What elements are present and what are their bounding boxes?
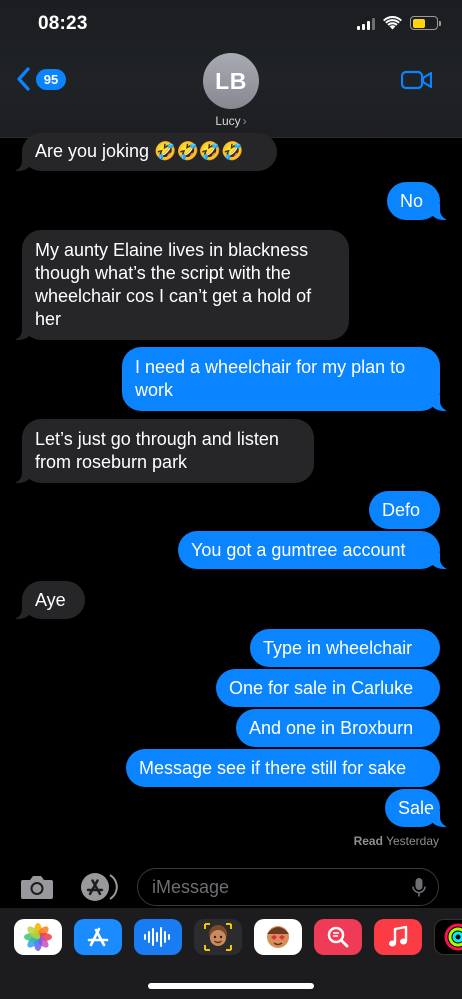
photos-app-icon[interactable]: [14, 919, 62, 955]
message-bubble[interactable]: My aunty Elaine lives in blackness thoug…: [12, 230, 349, 340]
search-images-icon[interactable]: [314, 919, 362, 955]
message-bubble[interactable]: Type in wheelchair: [250, 629, 440, 667]
imessage-input[interactable]: iMessage: [137, 868, 439, 906]
home-indicator[interactable]: [148, 983, 314, 989]
message-bubble[interactable]: Defo: [369, 491, 440, 529]
message-bubble[interactable]: You got a gumtree account: [178, 531, 450, 569]
read-receipt-label: Read: [353, 834, 383, 848]
memoji-stickers-icon[interactable]: [254, 919, 302, 955]
message-bubble[interactable]: One for sale in Carluke: [216, 669, 440, 707]
read-receipt-time: Yesterday: [386, 834, 439, 848]
message-bubble[interactable]: Are you joking 🤣🤣🤣🤣: [12, 133, 277, 171]
message-bubble[interactable]: And one in Broxburn: [236, 709, 440, 747]
message-bubble[interactable]: Sale: [385, 789, 450, 827]
fitness-app-icon[interactable]: [434, 919, 462, 955]
app-store-icon[interactable]: [78, 871, 120, 903]
camera-icon[interactable]: [20, 873, 54, 901]
audio-message-icon[interactable]: [134, 919, 182, 955]
message-list[interactable]: Are you joking 🤣🤣🤣🤣 No My aunty Elaine l…: [0, 0, 462, 999]
imessage-placeholder: iMessage: [152, 876, 230, 897]
message-bubble[interactable]: Let’s just go through and listen from ro…: [12, 419, 314, 483]
memoji-icon[interactable]: [194, 919, 242, 955]
message-bubble[interactable]: Message see if there still for sake: [126, 749, 440, 787]
microphone-icon[interactable]: [412, 877, 426, 898]
music-app-icon[interactable]: [374, 919, 422, 955]
message-bubble[interactable]: Aye: [12, 581, 85, 619]
app-store-app-icon[interactable]: [74, 919, 122, 955]
message-bubble[interactable]: I need a wheelchair for my plan to work: [122, 347, 450, 411]
message-bubble[interactable]: No: [387, 182, 450, 220]
read-receipt: Read Yesterday: [354, 834, 439, 848]
